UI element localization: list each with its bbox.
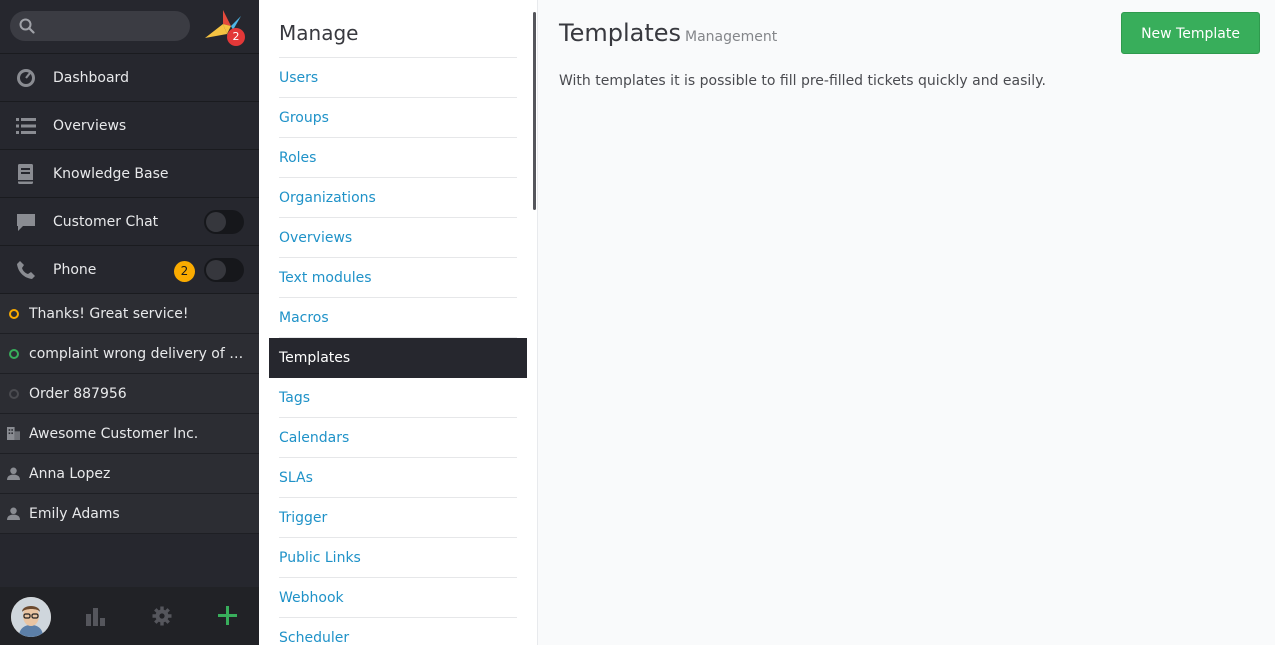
user-icon <box>7 507 20 520</box>
menu-item-public-links[interactable]: Public Links <box>279 538 517 578</box>
nav-item-label: Phone <box>53 261 97 278</box>
user-icon <box>7 467 20 480</box>
menu-item-scheduler[interactable]: Scheduler <box>279 618 517 645</box>
main-content: Templates Management With templates it is… <box>539 0 1275 645</box>
avatar[interactable] <box>11 597 51 637</box>
task-label: Anna Lopez <box>29 465 111 482</box>
nav-item-overviews[interactable]: Overviews <box>0 102 259 150</box>
search-input[interactable] <box>10 11 190 41</box>
task-label: complaint wrong delivery of order <box>29 345 249 362</box>
menu-item-webhook[interactable]: Webhook <box>279 578 517 618</box>
task-label: Awesome Customer Inc. <box>29 425 199 442</box>
search-icon <box>19 18 35 34</box>
page-description: With templates it is possible to fill pr… <box>559 73 1046 89</box>
task-ticket[interactable]: Thanks! Great service! <box>0 294 259 334</box>
nav-item-knowledge-base[interactable]: Knowledge Base <box>0 150 259 198</box>
gear-icon[interactable] <box>152 606 172 626</box>
task-label: Thanks! Great service! <box>29 305 189 322</box>
task-organization[interactable]: Awesome Customer Inc. <box>0 414 259 454</box>
phone-icon <box>17 261 35 279</box>
page-subtitle: Management <box>685 29 778 45</box>
notification-badge: 2 <box>227 28 245 46</box>
main-navigation: 2 Dashboard Overviews Knowledge Base Cus… <box>0 0 259 645</box>
plus-icon[interactable] <box>218 606 237 625</box>
nav-item-label: Overviews <box>53 117 127 134</box>
nav-item-phone[interactable]: Phone 2 <box>0 246 259 294</box>
menu-item-tags[interactable]: Tags <box>279 378 517 418</box>
book-icon <box>18 164 33 184</box>
menu-item-overviews[interactable]: Overviews <box>279 218 517 258</box>
menu-item-users[interactable]: Users <box>279 58 517 98</box>
manage-title: Manage <box>279 21 359 45</box>
menu-item-macros[interactable]: Macros <box>279 298 517 338</box>
nav-item-label: Dashboard <box>53 69 129 86</box>
new-template-button[interactable]: New Template <box>1121 12 1260 54</box>
page-title: Templates Management <box>559 19 777 47</box>
page-title-text: Templates <box>559 19 682 47</box>
nav-item-label: Knowledge Base <box>53 165 169 182</box>
phone-count-badge: 2 <box>174 261 195 282</box>
sidebar-scrollbar[interactable] <box>533 12 536 210</box>
menu-item-groups[interactable]: Groups <box>279 98 517 138</box>
task-user[interactable]: Emily Adams <box>0 494 259 534</box>
dashboard-icon <box>17 69 35 87</box>
status-icon <box>9 309 19 319</box>
settings-sidebar: Manage Users Groups Roles Organizations … <box>259 0 538 645</box>
customer-chat-toggle[interactable] <box>204 210 244 234</box>
phone-toggle[interactable] <box>204 258 244 282</box>
nav-item-dashboard[interactable]: Dashboard <box>0 54 259 102</box>
open-tasks: Thanks! Great service! complaint wrong d… <box>0 294 259 534</box>
organization-icon <box>7 427 20 440</box>
menu-item-roles[interactable]: Roles <box>279 138 517 178</box>
avatar-picture <box>11 597 51 637</box>
task-label: Order 887956 <box>29 385 127 402</box>
status-icon <box>9 349 19 359</box>
nav-item-customer-chat[interactable]: Customer Chat <box>0 198 259 246</box>
reports-icon[interactable] <box>86 606 106 626</box>
menu-item-templates[interactable]: Templates <box>269 338 527 378</box>
list-icon <box>16 118 36 134</box>
chat-icon <box>17 214 35 231</box>
task-user[interactable]: Anna Lopez <box>0 454 259 494</box>
nav-item-label: Customer Chat <box>53 213 159 230</box>
task-label: Emily Adams <box>29 505 120 522</box>
nav-footer <box>0 587 259 645</box>
manage-menu: Users Groups Roles Organizations Overvie… <box>269 57 527 645</box>
menu-item-text-modules[interactable]: Text modules <box>279 258 517 298</box>
menu-item-organizations[interactable]: Organizations <box>279 178 517 218</box>
menu-item-slas[interactable]: SLAs <box>279 458 517 498</box>
nav-header: 2 <box>0 0 259 54</box>
menu-item-calendars[interactable]: Calendars <box>279 418 517 458</box>
status-icon <box>9 389 19 399</box>
task-ticket[interactable]: complaint wrong delivery of order <box>0 334 259 374</box>
task-ticket[interactable]: Order 887956 <box>0 374 259 414</box>
menu-item-trigger[interactable]: Trigger <box>279 498 517 538</box>
